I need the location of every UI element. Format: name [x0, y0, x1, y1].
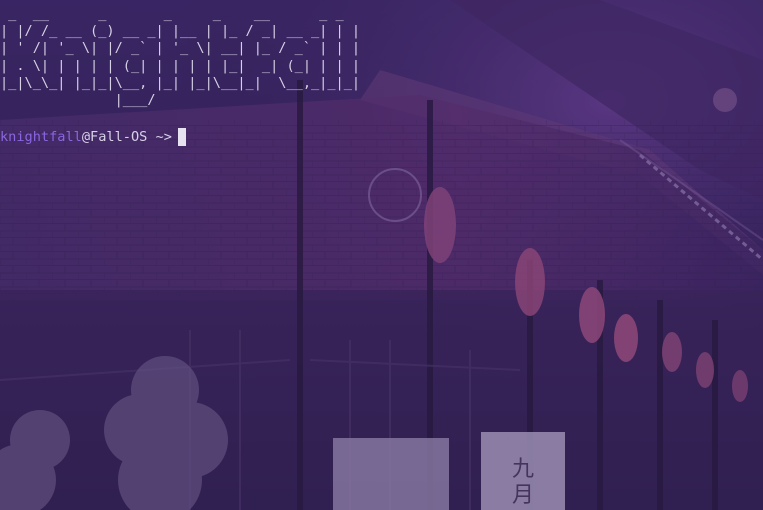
banner-line: | . \| | | | | (_| | | | | |_| _| (_| | … [0, 57, 361, 74]
ascii-banner: _ __ _ _ _ __ _ _ | |/ /_ __ (_) __ _| |… [0, 6, 376, 109]
prompt-username: knightfall [0, 129, 82, 145]
banner-line: _ __ _ _ _ __ _ _ [0, 6, 352, 22]
prompt-arrow: > [163, 129, 172, 145]
banner-line: |___/ [0, 92, 377, 109]
banner-line: | |/ /_ __ (_) __ _| |__ | |_ / _| __ _|… [0, 23, 361, 40]
prompt-path: ~ [155, 129, 164, 145]
prompt-at-sign: @ [81, 129, 91, 145]
shell-prompt[interactable]: knightfall @ Fall-OS ~ > [0, 128, 186, 146]
banner-line: | ' /| '_ \| |/ _` | '_ \| __| |_ / _` |… [0, 40, 361, 57]
prompt-hostname: Fall-OS [90, 129, 148, 145]
terminal-window[interactable]: _ __ _ _ _ __ _ _ | |/ /_ __ (_) __ _| |… [0, 0, 763, 510]
text-cursor[interactable] [177, 128, 186, 146]
banner-line: |_|\_\_| |_|_|\__, |_| |_|\__|_| \__,_|_… [0, 74, 361, 91]
